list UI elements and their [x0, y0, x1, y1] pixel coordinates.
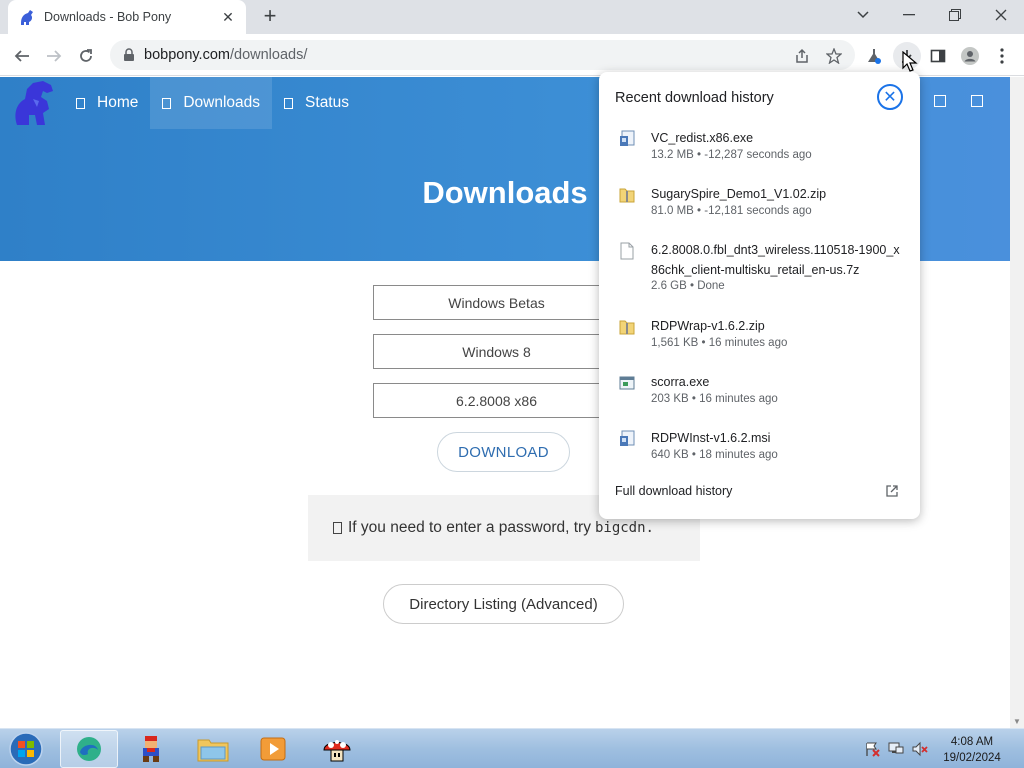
- tab-close-icon[interactable]: ✕: [220, 9, 236, 26]
- tab-strip: Downloads - Bob Pony ✕ +: [0, 0, 1024, 34]
- zip-folder-icon: [619, 188, 635, 203]
- close-window-icon[interactable]: [978, 0, 1024, 30]
- download-filename: scorra.exe: [651, 375, 710, 389]
- labs-flask-icon[interactable]: [860, 42, 888, 70]
- nav-home-label: Home: [97, 94, 139, 111]
- download-meta: 203 KB • 16 minutes ago: [651, 393, 778, 405]
- edge-browser-icon: [77, 737, 101, 761]
- bobpony-favicon-icon: [21, 10, 33, 25]
- build-select[interactable]: 6.2.8008 x86: [373, 383, 620, 418]
- url-host: bobpony.com: [144, 47, 230, 63]
- url-text: bobpony.com/downloads/: [144, 47, 307, 63]
- bobpony-logo-icon[interactable]: [0, 77, 64, 129]
- taskbar-explorer[interactable]: [184, 730, 242, 768]
- downloads-glyph-icon: [162, 97, 172, 109]
- nav-status[interactable]: Status: [272, 77, 361, 129]
- nav-downloads-label: Downloads: [183, 94, 261, 111]
- folder-explorer-icon: [197, 739, 229, 762]
- download-meta: 2.6 GB • Done: [651, 280, 725, 292]
- nav-home[interactable]: Home: [64, 77, 150, 129]
- network-icon[interactable]: [888, 741, 904, 757]
- site-nav: Home Downloads Status: [0, 77, 361, 129]
- full-download-history-link[interactable]: Full download history: [615, 484, 732, 498]
- new-tab-icon[interactable]: +: [258, 4, 282, 28]
- zip-folder-icon: [619, 320, 635, 335]
- download-item[interactable]: 6.2.8008.0.fbl_dnt3_wireless.110518-1900…: [599, 240, 920, 300]
- directory-listing-button[interactable]: Directory Listing (Advanced): [383, 584, 624, 624]
- installer-icon: [620, 130, 635, 146]
- download-item[interactable]: SugarySpire_Demo1_V1.02.zip 81.0 MB • -1…: [599, 184, 920, 226]
- taskbar: 4:08 AM 19/02/2024: [0, 728, 1024, 768]
- download-meta: 13.2 MB • -12,287 seconds ago: [651, 149, 812, 161]
- download-item[interactable]: VC_redist.x86.exe 13.2 MB • -12,287 seco…: [599, 128, 920, 170]
- download-filename: VC_redist.x86.exe: [651, 131, 754, 145]
- profile-avatar-icon[interactable]: [956, 42, 984, 70]
- blank-file-icon: [620, 242, 634, 260]
- action-center-flag-icon[interactable]: [864, 741, 880, 757]
- version-select[interactable]: Windows 8: [373, 334, 620, 369]
- taskbar-mario-app[interactable]: [122, 730, 180, 768]
- volume-muted-icon[interactable]: [912, 741, 928, 757]
- downloads-panel-title: Recent download history: [615, 90, 774, 106]
- menu-dots-icon[interactable]: [988, 42, 1016, 70]
- installer-icon: [620, 430, 635, 446]
- download-item[interactable]: scorra.exe 203 KB • 16 minutes ago: [599, 372, 920, 414]
- clock-time: 4:08 AM: [950, 736, 994, 748]
- tab-search-icon[interactable]: [840, 0, 886, 30]
- start-button-icon[interactable]: [6, 731, 46, 767]
- browser-toolbar: bobpony.com/downloads/: [0, 34, 1024, 76]
- category-select[interactable]: Windows Betas: [373, 285, 620, 320]
- browser-tab[interactable]: Downloads - Bob Pony ✕: [8, 0, 246, 34]
- download-meta: 1,561 KB • 16 minutes ago: [651, 337, 788, 349]
- minimize-icon[interactable]: [886, 0, 932, 30]
- page-scrollbar[interactable]: ▼: [1010, 77, 1024, 728]
- address-bar[interactable]: bobpony.com/downloads/: [110, 40, 855, 70]
- download-item[interactable]: RDPWrap-v1.6.2.zip 1,561 KB • 16 minutes…: [599, 316, 920, 358]
- reload-icon[interactable]: [72, 42, 100, 70]
- bookmark-star-icon[interactable]: [820, 42, 848, 70]
- lock-icon: [124, 48, 134, 61]
- system-clock[interactable]: 4:08 AM 19/02/2024: [930, 734, 1014, 766]
- nav-glyph-icon-2[interactable]: [971, 95, 983, 107]
- download-item[interactable]: RDPWInst-v1.6.2.msi 640 KB • 18 minutes …: [599, 428, 920, 470]
- download-button[interactable]: DOWNLOAD: [437, 432, 570, 472]
- mushroom-icon: [323, 740, 351, 762]
- download-meta: 640 KB • 18 minutes ago: [651, 449, 778, 461]
- status-glyph-icon: [284, 97, 294, 109]
- taskbar-edge-browser[interactable]: [60, 730, 118, 768]
- side-panel-icon[interactable]: [924, 42, 952, 70]
- downloads-panel: Recent download history ✕ VC_redist.x86.…: [599, 72, 920, 519]
- note-text: If you need to enter a password, try: [348, 519, 591, 536]
- nav-glyph-icon-1[interactable]: [934, 95, 946, 107]
- url-path: /downloads/: [229, 47, 308, 63]
- taskbar-media-player[interactable]: [244, 730, 302, 768]
- forward-icon[interactable]: [40, 42, 68, 70]
- download-meta: 81.0 MB • -12,181 seconds ago: [651, 205, 812, 217]
- download-filename: RDPWInst-v1.6.2.msi: [651, 431, 771, 445]
- open-external-icon[interactable]: [885, 484, 899, 498]
- taskbar-mushroom-app[interactable]: [308, 730, 366, 768]
- tab-title: Downloads - Bob Pony: [44, 10, 172, 24]
- back-icon[interactable]: [8, 42, 36, 70]
- restore-icon[interactable]: [932, 0, 978, 30]
- mouse-cursor-icon: [902, 51, 918, 72]
- scroll-down-icon[interactable]: ▼: [1013, 717, 1021, 726]
- close-panel-icon[interactable]: ✕: [877, 84, 903, 110]
- share-icon[interactable]: [788, 42, 816, 70]
- clock-date: 19/02/2024: [943, 752, 1001, 764]
- exe-window-icon: [619, 376, 635, 390]
- download-filename: RDPWrap-v1.6.2.zip: [651, 319, 765, 333]
- info-glyph-icon: [333, 522, 342, 534]
- note-code: bigcdn.: [594, 520, 654, 536]
- nav-status-label: Status: [305, 94, 349, 111]
- download-filename: SugarySpire_Demo1_V1.02.zip: [651, 187, 827, 201]
- mario-icon: [143, 736, 159, 762]
- download-filename: 6.2.8008.0.fbl_dnt3_wireless.110518-1900…: [651, 243, 900, 277]
- home-glyph-icon: [76, 97, 85, 109]
- nav-downloads[interactable]: Downloads: [150, 77, 273, 129]
- media-player-icon: [260, 737, 286, 761]
